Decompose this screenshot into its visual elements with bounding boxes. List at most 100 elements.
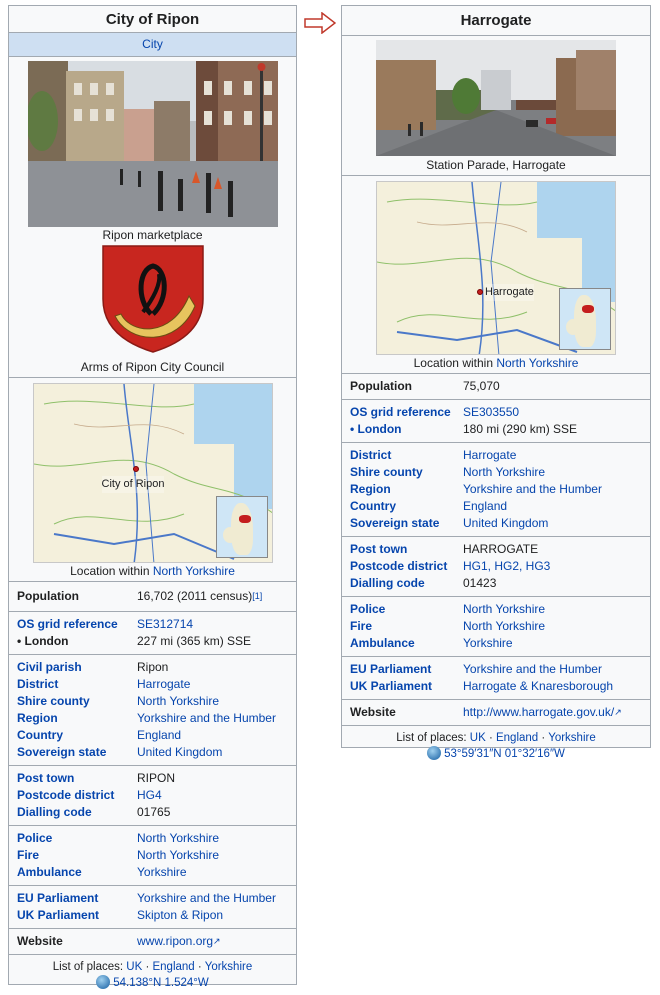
country-value[interactable]: England — [463, 498, 507, 515]
region-label[interactable]: Region — [342, 481, 463, 498]
uk-parliament-label[interactable]: UK Parliament — [9, 907, 137, 924]
ambulance-label[interactable]: Ambulance — [342, 635, 463, 652]
map-label: Harrogate — [485, 284, 534, 301]
district-value[interactable]: Harrogate — [137, 676, 190, 693]
population-value: 75,070 — [463, 379, 500, 393]
separator: · — [485, 732, 496, 744]
district-label[interactable]: District — [342, 447, 463, 464]
civil-parish-label[interactable]: Civil parish — [9, 659, 137, 676]
police-label[interactable]: Police — [342, 601, 463, 618]
ambulance-label[interactable]: Ambulance — [9, 864, 137, 881]
places-yorkshire-link[interactable]: Yorkshire — [548, 732, 596, 744]
post-town-value: HARROGATE — [463, 542, 539, 556]
country-label[interactable]: Country — [9, 727, 137, 744]
ripon-infobox: City of Ripon City Ripon marketplace Arm… — [8, 5, 297, 989]
fire-label[interactable]: Fire — [342, 618, 463, 635]
uk-parliament-label[interactable]: UK Parliament — [342, 678, 463, 695]
post-town-label[interactable]: Post town — [9, 770, 137, 787]
dialling-code-label[interactable]: Dialling code — [9, 804, 137, 821]
places-uk-link[interactable]: UK — [470, 732, 486, 744]
north-yorkshire-link[interactable]: North Yorkshire — [153, 564, 235, 578]
dialling-code-value: 01423 — [463, 576, 497, 590]
coordinates-link[interactable]: 53°59′31″N 01°32′16″W — [444, 748, 565, 760]
police-label[interactable]: Police — [9, 830, 137, 847]
harrogate-location-dot — [477, 289, 483, 295]
sovereign-state-label[interactable]: Sovereign state — [9, 744, 137, 761]
separator: · — [538, 732, 549, 744]
fire-label[interactable]: Fire — [9, 847, 137, 864]
map-caption-prefix: Location within — [413, 356, 497, 370]
arms-caption: Arms of Ripon City Council — [80, 360, 225, 374]
infobox-subtitle-link[interactable]: City — [9, 32, 296, 56]
postcode-label[interactable]: Postcode district — [9, 787, 137, 804]
infobox-title: City of Ripon — [105, 11, 200, 28]
london-distance: 227 mi (365 km) SSE — [137, 634, 252, 648]
eu-parliament-label[interactable]: EU Parliament — [342, 661, 463, 678]
postcode-value[interactable]: HG4 — [137, 787, 162, 804]
population-value: 16,702 (2011 census) — [137, 589, 253, 603]
places-england-link[interactable]: England — [152, 961, 194, 973]
sovereign-state-label[interactable]: Sovereign state — [342, 515, 463, 532]
ambulance-value[interactable]: Yorkshire — [137, 864, 187, 881]
shire-county-value[interactable]: North Yorkshire — [463, 464, 545, 481]
ripon-marketplace-photo[interactable] — [27, 61, 278, 227]
os-grid-value[interactable]: SE303550 — [463, 404, 519, 421]
fire-value[interactable]: North Yorkshire — [463, 618, 545, 635]
north-yorkshire-link[interactable]: North Yorkshire — [496, 356, 578, 370]
infobox-title: Harrogate — [460, 12, 532, 29]
eu-parliament-value[interactable]: Yorkshire and the Humber — [463, 661, 602, 678]
globe-icon[interactable] — [96, 975, 111, 989]
uk-inset-map — [215, 496, 268, 558]
post-town-label[interactable]: Post town — [342, 541, 463, 558]
uk-parliament-value[interactable]: Harrogate & Knaresborough — [463, 678, 613, 695]
london-label[interactable]: • London — [342, 421, 463, 438]
shire-county-label[interactable]: Shire county — [9, 693, 137, 710]
os-grid-value[interactable]: SE312714 — [137, 616, 193, 633]
postcode-label[interactable]: Postcode district — [342, 558, 463, 575]
post-town-value: RIPON — [137, 771, 176, 785]
region-label[interactable]: Region — [9, 710, 137, 727]
places-yorkshire-link[interactable]: Yorkshire — [205, 961, 253, 973]
coordinates-link[interactable]: 54.138°N 1.524°W — [113, 977, 209, 989]
coat-of-arms[interactable] — [9, 244, 296, 359]
globe-icon[interactable] — [427, 746, 442, 760]
separator: · — [194, 961, 205, 973]
os-grid-label[interactable]: OS grid reference — [9, 616, 137, 633]
os-grid-label[interactable]: OS grid reference — [342, 404, 463, 421]
district-label[interactable]: District — [9, 676, 137, 693]
station-parade-photo[interactable] — [376, 40, 616, 156]
places-uk-link[interactable]: UK — [126, 961, 142, 973]
shire-county-value[interactable]: North Yorkshire — [137, 693, 219, 710]
sovereign-state-value[interactable]: United Kingdom — [463, 515, 548, 532]
region-value[interactable]: Yorkshire and the Humber — [463, 481, 602, 498]
separator: · — [142, 961, 153, 973]
uk-parliament-value[interactable]: Skipton & Ripon — [137, 907, 223, 924]
country-value[interactable]: England — [137, 727, 181, 744]
location-map[interactable]: Harrogate — [376, 181, 616, 355]
sovereign-state-value[interactable]: United Kingdom — [137, 744, 222, 761]
dialling-code-label[interactable]: Dialling code — [342, 575, 463, 592]
eu-parliament-value[interactable]: Yorkshire and the Humber — [137, 890, 276, 907]
eu-parliament-label[interactable]: EU Parliament — [9, 890, 137, 907]
postcode-value[interactable]: HG1, HG2, HG3 — [463, 558, 550, 575]
external-link-icon: ↗ — [614, 707, 622, 717]
country-label[interactable]: Country — [342, 498, 463, 515]
places-england-link[interactable]: England — [496, 732, 538, 744]
website-link[interactable]: http://www.harrogate.gov.uk/ — [463, 704, 614, 721]
civil-parish-value: Ripon — [137, 660, 169, 674]
police-value[interactable]: North Yorkshire — [463, 601, 545, 618]
dialling-code-value: 01765 — [137, 805, 171, 819]
shire-county-label[interactable]: Shire county — [342, 464, 463, 481]
population-label: Population — [350, 379, 412, 393]
population-label: Population — [17, 589, 79, 603]
district-value[interactable]: Harrogate — [463, 447, 516, 464]
citation-link[interactable]: [1] — [252, 588, 262, 605]
ambulance-value[interactable]: Yorkshire — [463, 635, 513, 652]
region-value[interactable]: Yorkshire and the Humber — [137, 710, 276, 727]
police-value[interactable]: North Yorkshire — [137, 830, 219, 847]
website-link[interactable]: www.ripon.org — [137, 933, 213, 950]
right-arrow-outline-icon — [304, 12, 336, 34]
location-map[interactable]: City of Ripon — [32, 383, 273, 563]
harrogate-infobox: Harrogate Station Parade, Harrogate Harr… — [341, 5, 651, 760]
fire-value[interactable]: North Yorkshire — [137, 847, 219, 864]
